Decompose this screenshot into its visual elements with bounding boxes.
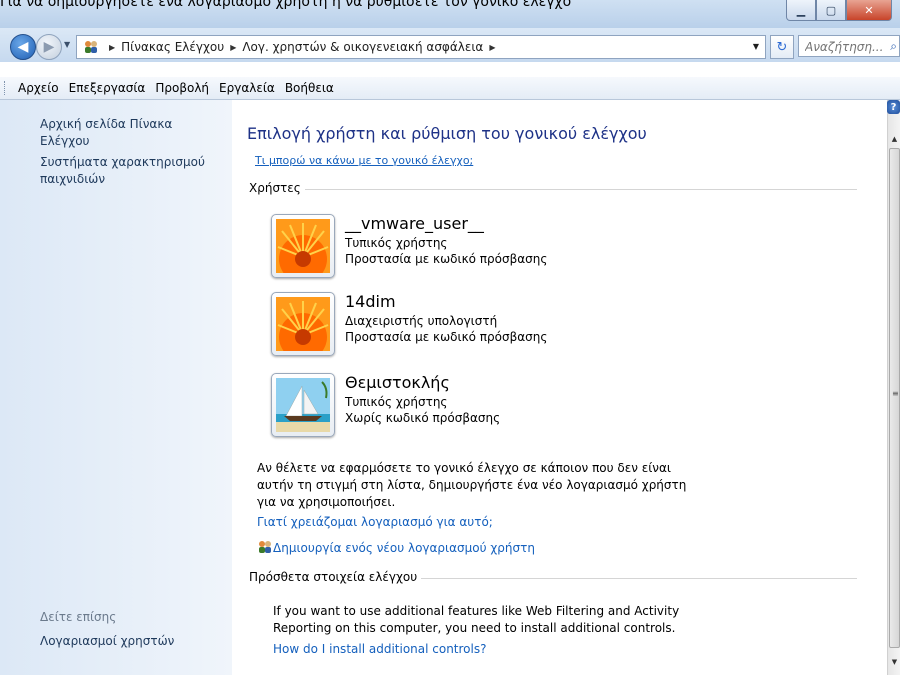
- maximize-icon: ▢: [825, 3, 837, 17]
- user-name: __vmware_user__: [345, 214, 484, 233]
- close-icon: ✕: [864, 3, 874, 17]
- menu-file[interactable]: Αρχείο: [13, 81, 64, 95]
- user-password-status: Προστασία με κωδικό πρόσβασης: [345, 252, 548, 266]
- scroll-up-icon[interactable]: ▲: [888, 132, 900, 146]
- search-box[interactable]: ⌕: [798, 35, 900, 57]
- sidebar-link-control-panel-home[interactable]: Αρχική σελίδα Πίνακα Ελέγχου: [40, 116, 220, 150]
- vertical-scrollbar[interactable]: ▲ ≡ ▼: [887, 100, 900, 675]
- forward-arrow-icon: ▶: [43, 39, 55, 55]
- menu-edit[interactable]: Επεξεργασία: [64, 81, 151, 95]
- address-bar[interactable]: ▶ Πίνακας Ελέγχου ▶ Λογ. χρηστών & οικογ…: [76, 35, 766, 59]
- additional-controls-label: Πρόσθετα στοιχεία ελέγχου: [249, 570, 422, 584]
- refresh-button[interactable]: ↻: [770, 35, 794, 59]
- install-controls-link[interactable]: How do I install additional controls?: [273, 642, 486, 656]
- page-title: Επιλογή χρήστη και ρύθμιση του γονικού ε…: [247, 124, 647, 143]
- minimize-icon: ▁: [796, 3, 806, 17]
- menu-bar: Αρχείο Επεξεργασία Προβολή Εργαλεία Βοήθ…: [0, 77, 900, 100]
- menu-help[interactable]: Βοήθεια: [280, 81, 339, 95]
- user-tile-vmware[interactable]: __vmware_user__ Τυπικός χρήστης Προστασί…: [271, 214, 601, 286]
- window-title: Για να δημιουργήσετε ένα λογαριασμό χρήσ…: [0, 0, 572, 10]
- menu-tools[interactable]: Εργαλεία: [214, 81, 280, 95]
- main-content: Επιλογή χρήστη και ρύθμιση του γονικού ε…: [233, 100, 887, 675]
- scroll-thumb[interactable]: ≡: [889, 148, 900, 648]
- user-tile-themistoklis[interactable]: Θεμιστοκλής Τυπικός χρήστης Χωρίς κωδικό…: [271, 373, 601, 445]
- sidebar-link-game-ratings[interactable]: Συστήματα χαρακτηρισμού παιχνιδιών: [40, 154, 210, 188]
- address-dropdown-icon[interactable]: ▼: [753, 42, 759, 51]
- sidebar-link-user-accounts[interactable]: Λογαριασμοί χρηστών: [40, 633, 220, 650]
- user-password-status: Προστασία με κωδικό πρόσβασης: [345, 330, 548, 344]
- users-icon: [259, 541, 271, 553]
- flower-picture-icon: [271, 214, 335, 278]
- menu-view[interactable]: Προβολή: [150, 81, 214, 95]
- window-controls: ▁ ▢ ✕: [786, 0, 892, 21]
- see-also-heading: Δείτε επίσης: [40, 610, 117, 624]
- user-name: 14dim: [345, 292, 396, 311]
- users-icon: [85, 41, 97, 53]
- user-password-status: Χωρίς κωδικό πρόσβασης: [345, 411, 501, 425]
- grip-icon: ≡: [892, 389, 899, 398]
- back-button[interactable]: ◀: [10, 34, 36, 60]
- breadcrumb-control-panel[interactable]: Πίνακας Ελέγχου: [121, 40, 224, 54]
- close-button[interactable]: ✕: [846, 0, 892, 21]
- flower-picture-icon: [271, 292, 335, 356]
- breadcrumb-separator-icon: ▶: [230, 42, 237, 52]
- menu-grip: [4, 81, 8, 95]
- users-group-label: Χρήστες: [249, 181, 305, 195]
- help-icon[interactable]: ?: [887, 100, 900, 114]
- instruction-text: Αν θέλετε να εφαρμόσετε το γονικό έλεγχο…: [257, 461, 687, 509]
- why-account-link[interactable]: Γιατί χρειάζομαι λογαριασμό για αυτό;: [257, 515, 493, 529]
- recent-pages-dropdown[interactable]: ▼: [64, 40, 70, 49]
- user-tile-14dim[interactable]: 14dim Διαχειριστής υπολογιστή Προστασία …: [271, 292, 601, 364]
- divider: [249, 189, 857, 190]
- search-input[interactable]: [803, 37, 885, 57]
- user-type: Τυπικός χρήστης: [345, 236, 448, 250]
- back-arrow-icon: ◀: [17, 39, 29, 55]
- create-account-link[interactable]: Δημιουργία ενός νέου λογαριασμού χρήστη: [257, 540, 535, 555]
- user-name: Θεμιστοκλής: [345, 373, 450, 392]
- minimize-button[interactable]: ▁: [786, 0, 816, 21]
- refresh-icon: ↻: [776, 39, 788, 55]
- forward-button[interactable]: ▶: [36, 34, 62, 60]
- sailboat-picture-icon: [271, 373, 335, 437]
- breadcrumb-separator-icon: ▶: [109, 42, 116, 52]
- address-toolbar: ◀ ▶ ▼ ▶ Πίνακας Ελέγχου ▶ Λογ. χρηστών &…: [0, 28, 900, 62]
- scroll-down-icon[interactable]: ▼: [888, 655, 900, 669]
- user-type: Τυπικός χρήστης: [345, 395, 448, 409]
- user-type: Διαχειριστής υπολογιστή: [345, 314, 498, 328]
- search-icon[interactable]: ⌕: [890, 39, 897, 54]
- maximize-button[interactable]: ▢: [816, 0, 846, 21]
- create-account-label: Δημιουργία ενός νέου λογαριασμού χρήστη: [273, 541, 535, 555]
- breadcrumb-separator-icon: ▶: [489, 42, 496, 52]
- breadcrumb-user-accounts[interactable]: Λογ. χρηστών & οικογενειακή ασφάλεια: [242, 40, 483, 54]
- task-pane: Αρχική σελίδα Πίνακα Ελέγχου Συστήματα χ…: [0, 100, 232, 675]
- additional-controls-text: If you want to use additional features l…: [273, 604, 680, 635]
- parental-controls-help-link[interactable]: Τι μπορώ να κάνω με το γονικό έλεγχο;: [255, 154, 473, 167]
- title-bar: Για να δημιουργήσετε ένα λογαριασμό χρήσ…: [0, 0, 900, 28]
